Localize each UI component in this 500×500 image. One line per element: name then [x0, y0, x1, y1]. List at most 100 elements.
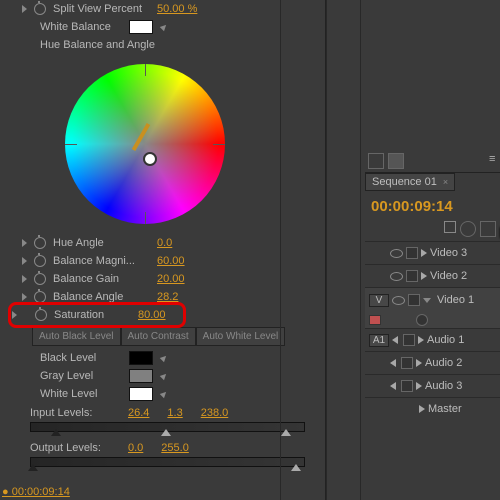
track-video-1[interactable]: V Video 1 — [365, 287, 500, 312]
expand-icon[interactable] — [22, 293, 27, 301]
panel-menu-icon[interactable] — [368, 153, 384, 169]
track-master[interactable]: Master — [365, 397, 500, 420]
track-label: Video 1 — [437, 294, 474, 306]
slider-thumb[interactable] — [28, 464, 38, 471]
track-audio-3[interactable]: Audio 3 — [365, 374, 500, 397]
stopwatch-icon[interactable] — [34, 273, 46, 285]
color-swatch[interactable] — [129, 351, 153, 365]
collapse-icon[interactable] — [416, 359, 422, 367]
color-swatch[interactable] — [129, 20, 153, 34]
input-levels-v3[interactable]: 238.0 — [201, 407, 229, 419]
eyedropper-icon[interactable] — [160, 390, 168, 398]
stopwatch-icon[interactable] — [35, 309, 47, 321]
track-audio-1[interactable]: A1 Audio 1 — [365, 328, 500, 351]
eyedropper-icon[interactable] — [160, 372, 168, 380]
expand-icon[interactable] — [22, 257, 27, 265]
sequence-timecode[interactable]: 00:00:09:14 — [371, 198, 500, 215]
track-lock-icon[interactable] — [401, 357, 413, 369]
stopwatch-icon[interactable] — [34, 237, 46, 249]
output-levels-v1[interactable]: 0.0 — [128, 442, 143, 454]
expand-icon[interactable] — [22, 5, 27, 13]
stopwatch-icon[interactable] — [34, 3, 46, 15]
snap-icon[interactable] — [444, 221, 456, 233]
prop-value[interactable]: 60.00 — [157, 255, 185, 267]
prop-value[interactable]: 0.0 — [157, 237, 172, 249]
prop-value[interactable]: 28.2 — [157, 291, 178, 303]
color-wheel[interactable] — [65, 64, 225, 224]
input-levels-row: Input Levels: 26.4 1.3 238.0 — [0, 407, 325, 419]
track-lock-icon[interactable] — [403, 334, 415, 346]
panel-options-icon[interactable]: ≡ — [489, 153, 497, 167]
timeline-tool-row — [365, 219, 500, 241]
eye-icon[interactable] — [390, 249, 403, 258]
track-video-3[interactable]: Video 3 — [365, 241, 500, 264]
prop-label: White Level — [40, 388, 125, 400]
prop-label: White Balance — [40, 21, 125, 33]
collapse-icon[interactable] — [419, 405, 425, 413]
panel-view-icon[interactable] — [388, 153, 404, 169]
track-audio-2[interactable]: Audio 2 — [365, 351, 500, 374]
prop-black-level: Black Level — [0, 349, 325, 367]
prop-value[interactable]: 80.00 — [138, 309, 166, 321]
track-label: Video 2 — [430, 270, 467, 282]
expand-icon[interactable] — [22, 239, 27, 247]
collapse-icon[interactable] — [421, 249, 427, 257]
slider-thumb[interactable] — [291, 464, 301, 471]
color-swatch[interactable] — [129, 369, 153, 383]
marker-icon[interactable] — [460, 221, 476, 237]
collapse-icon[interactable] — [416, 382, 422, 390]
timecode-text: 00:00:09:14 — [12, 486, 70, 498]
prop-balance-gain: Balance Gain 20.00 — [0, 270, 325, 288]
eyedropper-icon[interactable] — [160, 354, 168, 362]
track-lock-icon[interactable] — [406, 247, 418, 259]
prop-value[interactable]: 50.00 % — [157, 3, 197, 15]
slider-thumb[interactable] — [51, 429, 61, 436]
track-lock-icon[interactable] — [401, 380, 413, 392]
timecode-display[interactable]: ● 00:00:09:14 — [2, 486, 70, 498]
prop-hue-angle: Hue Angle 0.0 — [0, 234, 325, 252]
auto-contrast-button[interactable]: Auto Contrast — [121, 327, 196, 346]
track-lock-icon[interactable] — [408, 294, 420, 306]
output-levels-slider[interactable] — [30, 457, 305, 467]
input-levels-slider[interactable] — [30, 422, 305, 432]
prop-balance-angle: Balance Angle 28.2 — [0, 288, 325, 306]
slider-thumb[interactable] — [161, 429, 171, 436]
expand-icon[interactable] — [12, 311, 17, 319]
collapse-icon[interactable] — [423, 298, 431, 303]
track-lock-icon[interactable] — [406, 270, 418, 282]
auto-white-level-button[interactable]: Auto White Level — [196, 327, 286, 346]
eyedropper-icon[interactable] — [160, 23, 168, 31]
slider-thumb[interactable] — [281, 429, 291, 436]
track-target[interactable]: V — [369, 294, 389, 307]
track-target[interactable]: A1 — [369, 334, 389, 347]
auto-black-level-button[interactable]: Auto Black Level — [32, 327, 121, 346]
color-swatch[interactable] — [129, 387, 153, 401]
wheel-angle-indicator — [132, 123, 150, 151]
collapse-icon[interactable] — [421, 272, 427, 280]
track-video-1-expanded[interactable] — [365, 312, 500, 328]
close-icon[interactable]: × — [443, 177, 448, 187]
levels-label: Output Levels: — [30, 442, 110, 454]
prop-label: Split View Percent — [53, 3, 153, 15]
eye-icon[interactable] — [392, 296, 405, 305]
auto-button-group: Auto Black Level Auto Contrast Auto Whit… — [32, 327, 325, 346]
sequence-tab[interactable]: Sequence 01 × — [365, 173, 455, 191]
wheel-handle[interactable] — [143, 152, 157, 166]
settings-icon[interactable] — [480, 221, 496, 237]
keyframe-marker-icon[interactable] — [416, 314, 428, 326]
collapse-icon[interactable] — [418, 336, 424, 344]
stopwatch-icon[interactable] — [34, 291, 46, 303]
expand-icon[interactable] — [22, 275, 27, 283]
prop-label: Hue Balance and Angle — [40, 39, 155, 51]
track-video-2[interactable]: Video 2 — [365, 264, 500, 287]
input-levels-v2[interactable]: 1.3 — [167, 407, 182, 419]
eye-icon[interactable] — [390, 272, 403, 281]
speaker-icon[interactable] — [390, 382, 396, 390]
input-levels-v1[interactable]: 26.4 — [128, 407, 149, 419]
speaker-icon[interactable] — [390, 359, 396, 367]
stopwatch-icon[interactable] — [34, 255, 46, 267]
speaker-icon[interactable] — [392, 336, 398, 344]
prop-balance-magni: Balance Magni... 60.00 — [0, 252, 325, 270]
prop-value[interactable]: 20.00 — [157, 273, 185, 285]
output-levels-v2[interactable]: 255.0 — [161, 442, 189, 454]
